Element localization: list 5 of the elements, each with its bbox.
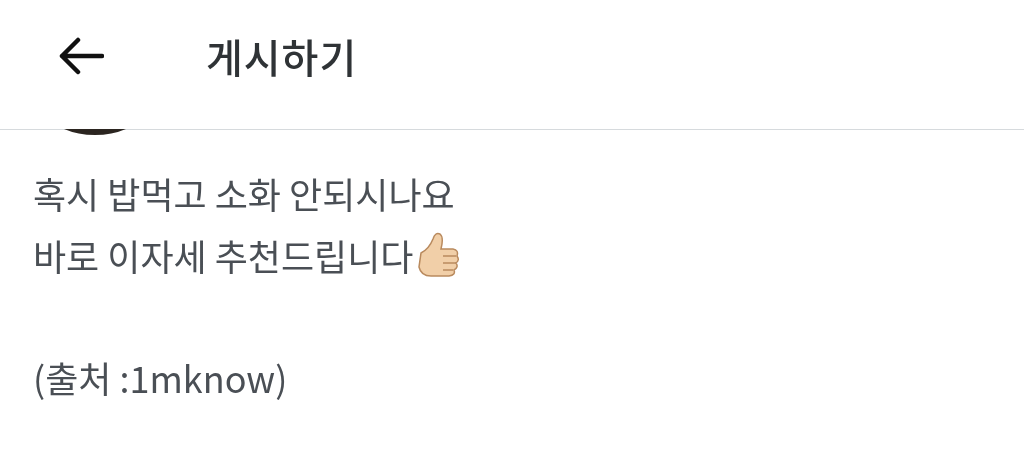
page-title: 게시하기	[206, 26, 358, 85]
source-text: (출처 :1mknow)	[33, 350, 289, 405]
post-text-line: 바로 이자세 추천드립니다	[33, 228, 414, 283]
back-arrow-icon	[58, 36, 104, 75]
post-text-line: 혹시 밥먹고 소화 안되시나요	[33, 166, 455, 221]
